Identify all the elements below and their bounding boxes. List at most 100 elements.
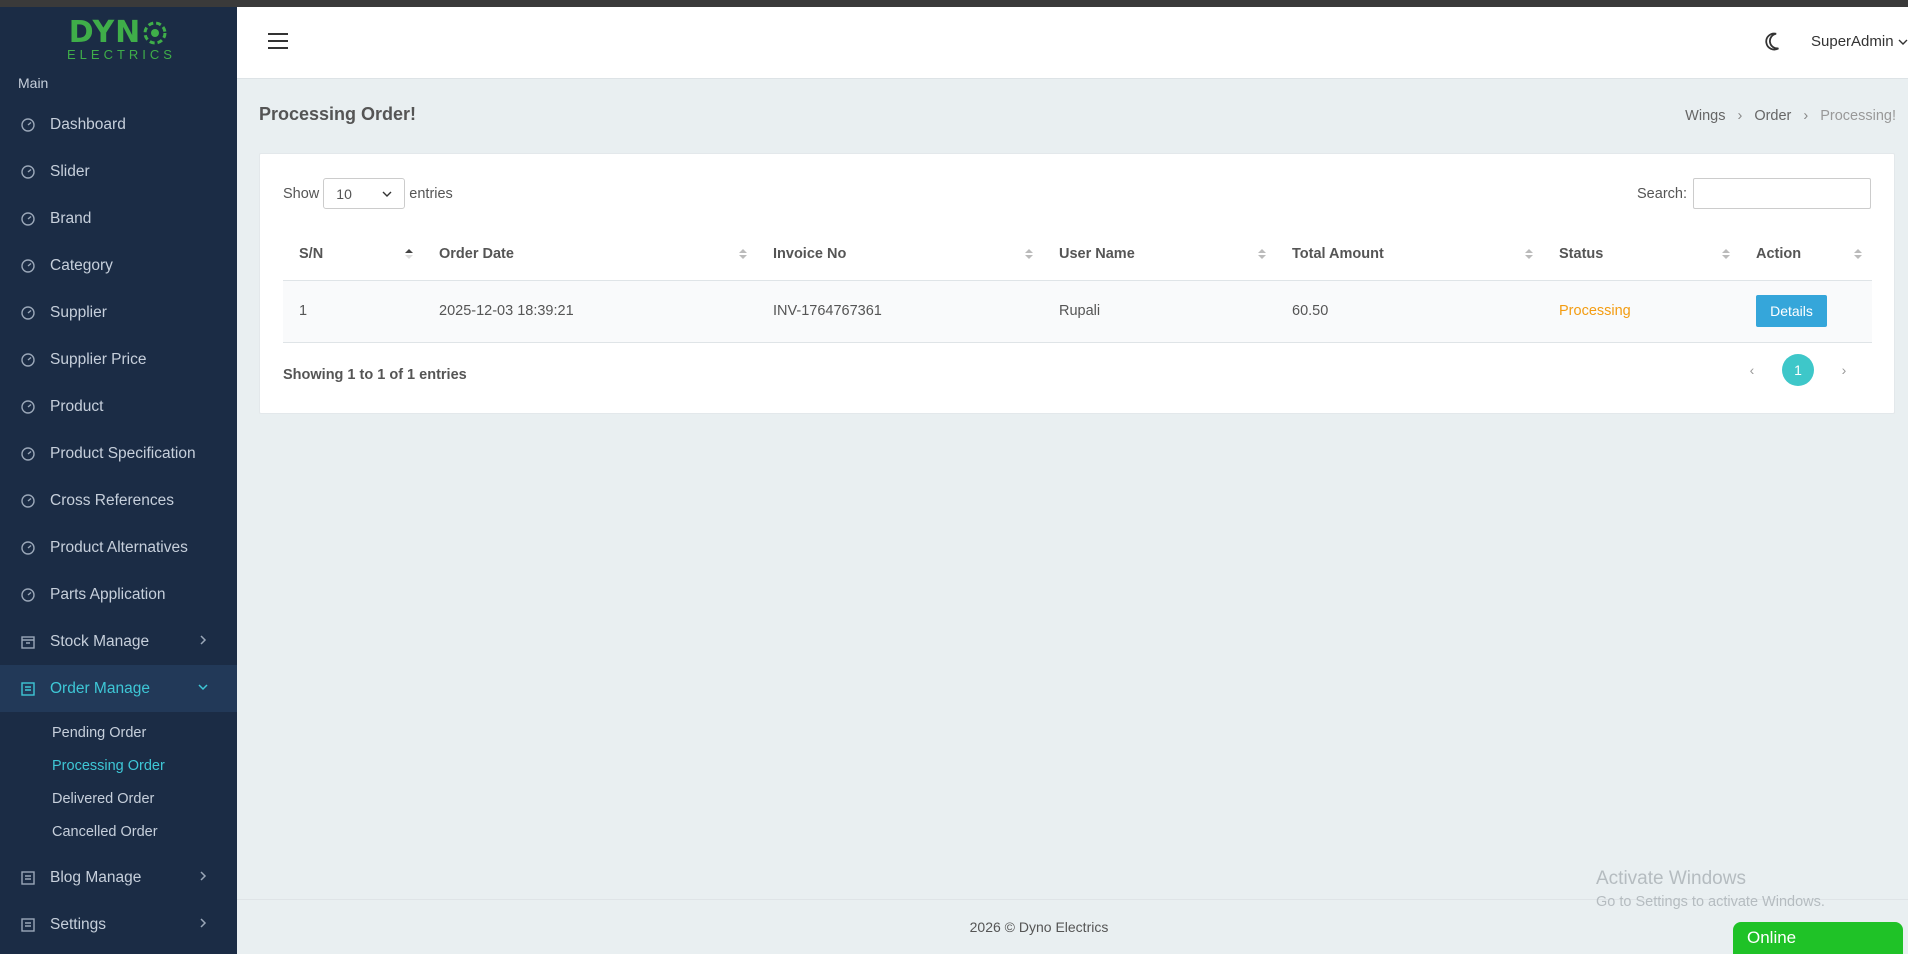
- column-header-total-amount[interactable]: Total Amount: [1276, 228, 1543, 281]
- watermark-line-2: Go to Settings to activate Windows.: [1596, 894, 1825, 910]
- page-size-select[interactable]: 10: [323, 178, 406, 209]
- details-button[interactable]: Details: [1756, 295, 1827, 327]
- sidebar-item-label: Product Alternatives: [50, 538, 188, 556]
- chevron-down-icon: [382, 191, 392, 197]
- sidebar-item-category[interactable]: Category: [0, 242, 237, 289]
- sidebar-item-label: Dashboard: [50, 115, 126, 133]
- page-title: Processing Order!: [259, 104, 417, 124]
- sidebar-item-label: Settings: [50, 915, 107, 933]
- sidebar-section-label: Main: [18, 75, 49, 91]
- sidebar-item-parts-application[interactable]: Parts Application: [0, 571, 237, 618]
- sidebar-item-product-alternatives[interactable]: Product Alternatives: [0, 524, 237, 571]
- sort-asc-icon: [405, 249, 413, 259]
- sidebar-item-settings[interactable]: Settings: [0, 901, 237, 948]
- sidebar-item-product-specification[interactable]: Product Specification: [0, 430, 237, 477]
- gauge-icon: [20, 164, 36, 180]
- gauge-icon: [20, 399, 36, 415]
- chevron-down-icon: [1898, 39, 1908, 45]
- brand-logo[interactable]: DYN ELECTRICS: [0, 7, 237, 65]
- sort-icon: [739, 249, 747, 259]
- gauge-icon: [20, 587, 36, 603]
- moon-icon[interactable]: [1765, 31, 1787, 53]
- pagination-page-1[interactable]: 1: [1782, 354, 1814, 386]
- sidebar-item-stock-manage[interactable]: Stock Manage: [0, 618, 237, 665]
- gauge-icon: [20, 305, 36, 321]
- sidebar-item-label: Brand: [50, 209, 92, 227]
- sidebar-item-label: Supplier Price: [50, 350, 147, 368]
- windows-activation-watermark: Activate Windows Go to Settings to activ…: [1596, 868, 1825, 910]
- sidebar-item-product[interactable]: Product: [0, 383, 237, 430]
- sidebar-item-label: Cross References: [50, 491, 175, 509]
- sidebar-item-supplier-price[interactable]: Supplier Price: [0, 336, 237, 383]
- chevron-down-icon: [198, 684, 208, 691]
- list-icon: [20, 870, 36, 886]
- sidebar-item-supplier[interactable]: Supplier: [0, 289, 237, 336]
- sidebar-item-dashboard[interactable]: Dashboard: [0, 101, 237, 148]
- column-header-order-date[interactable]: Order Date: [423, 228, 757, 281]
- chevron-left-icon[interactable]: ‹: [1740, 358, 1764, 382]
- sidebar-item-brand[interactable]: Brand: [0, 195, 237, 242]
- breadcrumb: Wings › Order › Processing!: [1685, 108, 1896, 124]
- page-size-value: 10: [336, 185, 352, 202]
- logo-subtext: ELECTRICS: [67, 47, 176, 62]
- user-name: SuperAdmin: [1811, 33, 1894, 50]
- cell-action: Details: [1740, 280, 1872, 343]
- chat-online-button[interactable]: Online: [1733, 922, 1903, 954]
- table-info: Showing 1 to 1 of 1 entries: [283, 367, 467, 383]
- sort-icon: [1722, 249, 1730, 259]
- show-entries: Show 10 entries: [283, 178, 453, 209]
- entries-label: entries: [409, 185, 453, 202]
- chevron-right-icon[interactable]: ›: [1832, 358, 1856, 382]
- column-header-action[interactable]: Action: [1740, 228, 1872, 281]
- sidebar-item-label: Parts Application: [50, 585, 166, 603]
- submenu-item-pending-order[interactable]: Pending Order: [0, 716, 237, 749]
- column-header-invoice-no[interactable]: Invoice No: [757, 228, 1043, 281]
- gauge-icon: [20, 493, 36, 509]
- gauge-icon: [20, 258, 36, 274]
- sidebar-item-order-manage[interactable]: Order Manage: [0, 665, 237, 712]
- sort-icon: [1854, 249, 1862, 259]
- orders-card: Show 10 entries Search: S/N Order Date I…: [259, 153, 1895, 414]
- column-header-user-name[interactable]: User Name: [1043, 228, 1276, 281]
- swirl-icon: [143, 21, 167, 45]
- sort-icon: [1258, 249, 1266, 259]
- search-label: Search:: [1637, 185, 1687, 202]
- sidebar-item-label: Product: [50, 397, 104, 415]
- breadcrumb-item-wings[interactable]: Wings: [1685, 108, 1725, 124]
- submenu-item-delivered-order[interactable]: Delivered Order: [0, 782, 237, 815]
- cell-user-name: Rupali: [1043, 280, 1276, 343]
- sidebar-item-cross-references[interactable]: Cross References: [0, 477, 237, 524]
- table-search: Search:: [1637, 178, 1871, 209]
- cell-sn: 1: [283, 280, 423, 343]
- user-menu[interactable]: SuperAdmin: [1811, 33, 1908, 50]
- chevron-right-icon: [200, 635, 207, 645]
- sidebar-item-blog-manage[interactable]: Blog Manage: [0, 854, 237, 901]
- breadcrumb-item-current: Processing!: [1820, 108, 1896, 124]
- search-input[interactable]: [1693, 178, 1871, 209]
- submenu-item-processing-order[interactable]: Processing Order: [0, 749, 237, 782]
- archive-icon: [20, 634, 36, 650]
- watermark-line-1: Activate Windows: [1596, 868, 1746, 889]
- sidebar-item-slider[interactable]: Slider: [0, 148, 237, 195]
- gauge-icon: [20, 352, 36, 368]
- cell-invoice-no: INV-1764767361: [757, 280, 1043, 343]
- sort-icon: [1025, 249, 1033, 259]
- cell-order-date: 2025-12-03 18:39:21: [423, 280, 757, 343]
- footer-copyright: 2026 © Dyno Electrics: [969, 919, 1109, 935]
- gauge-icon: [20, 540, 36, 556]
- sidebar-menu: Dashboard Slider Brand Category Supplier…: [0, 101, 237, 712]
- chevron-right-icon: ›: [1803, 108, 1809, 124]
- orders-table: S/N Order Date Invoice No User Name Tota…: [283, 228, 1872, 343]
- submenu-item-cancelled-order[interactable]: Cancelled Order: [0, 815, 237, 848]
- hamburger-menu-icon[interactable]: [268, 33, 288, 51]
- cell-total-amount: 60.50: [1276, 280, 1543, 343]
- chevron-right-icon: ›: [1737, 108, 1743, 124]
- top-header: SuperAdmin: [237, 7, 1908, 79]
- list-icon: [20, 917, 36, 933]
- breadcrumb-item-order[interactable]: Order: [1754, 108, 1791, 124]
- chevron-right-icon: [200, 918, 207, 928]
- column-header-status[interactable]: Status: [1543, 228, 1740, 281]
- column-header-sn[interactable]: S/N: [283, 228, 423, 281]
- sidebar-item-label: Supplier: [50, 303, 107, 321]
- gauge-icon: [20, 211, 36, 227]
